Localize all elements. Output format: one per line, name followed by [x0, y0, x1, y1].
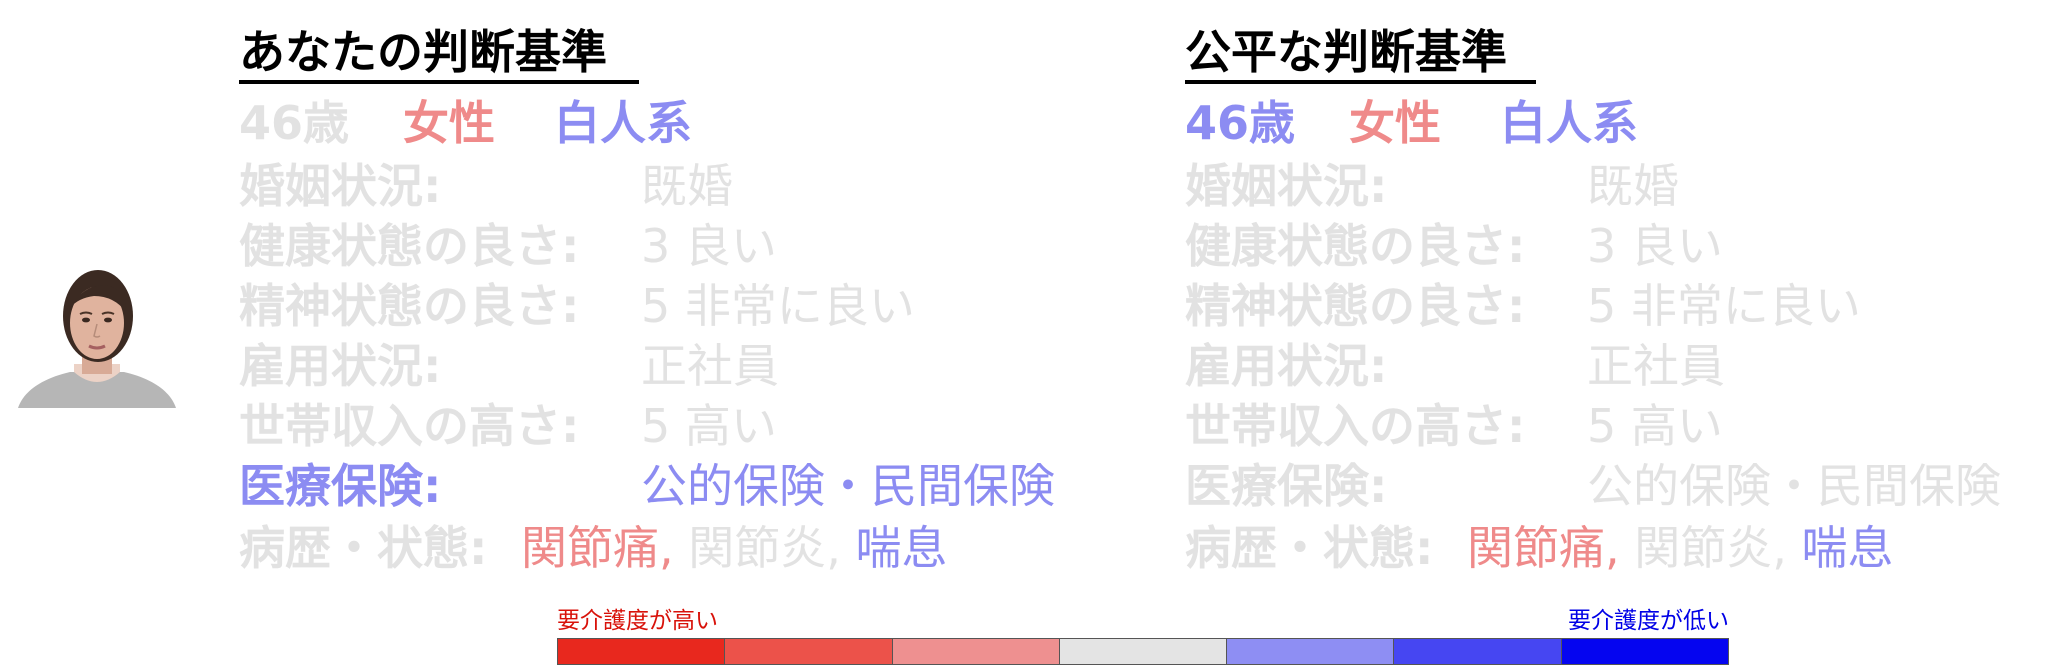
title-underline: [1185, 80, 1536, 84]
attribute-value: 公的保険・民間保険: [1587, 459, 2001, 513]
gender-label: 女性: [403, 96, 495, 150]
race-label: 白人系: [554, 96, 692, 150]
title-underline: [239, 80, 639, 84]
attribute-label: 雇用状況:: [239, 339, 442, 393]
age-label: 46歳: [1185, 96, 1296, 150]
color-scale-segment: [558, 639, 726, 664]
color-scale-segment: [1561, 639, 1728, 664]
attribute-value: 既婚: [1587, 159, 1679, 213]
attribute-value: 正社員: [1587, 339, 1725, 393]
legend-low-label: 要介護度が低い: [1568, 608, 1729, 634]
color-scale-bar: [557, 638, 1729, 665]
attribute-label: 婚姻状況:: [239, 159, 442, 213]
portrait-photo: [18, 270, 176, 408]
color-scale-segment: [1227, 639, 1395, 664]
attribute-label: 婚姻状況:: [1185, 159, 1388, 213]
attribute-value: 3 良い: [641, 219, 777, 273]
attribute-label: 医療保険:: [1185, 459, 1388, 513]
condition-item: 喘息: [855, 521, 948, 575]
panel-title: あなたの判断基準: [239, 25, 607, 79]
age-label: 46歳: [239, 96, 350, 150]
attribute-value: 3 良い: [1587, 219, 1723, 273]
race-label: 白人系: [1500, 96, 1638, 150]
attribute-value: 5 高い: [1587, 399, 1723, 453]
condition-item: 喘息: [1801, 521, 1894, 575]
attribute-label: 健康状態の良さ:: [239, 219, 580, 273]
color-scale-segment: [1059, 639, 1228, 664]
condition-item: 関節痛,: [521, 521, 674, 575]
attribute-label: 雇用状況:: [1185, 339, 1388, 393]
attribute-label: 医療保険:: [239, 459, 442, 513]
condition-item: 関節炎,: [1634, 521, 1787, 575]
attribute-label: 世帯収入の高さ:: [1185, 399, 1526, 453]
attribute-value: 既婚: [641, 159, 733, 213]
attribute-label: 精神状態の良さ:: [1185, 279, 1526, 333]
legend-high-label: 要介護度が高い: [557, 608, 718, 634]
attribute-label: 精神状態の良さ:: [239, 279, 580, 333]
conditions-list: 関節痛, 関節炎, 喘息: [1467, 520, 1894, 576]
color-scale-segment: [1394, 639, 1562, 664]
attribute-value: 5 非常に良い: [1587, 279, 1861, 333]
condition-item: 関節痛,: [1467, 521, 1620, 575]
attribute-label: 健康状態の良さ:: [1185, 219, 1526, 273]
attribute-value: 公的保険・民間保険: [641, 459, 1055, 513]
gender-label: 女性: [1349, 96, 1441, 150]
attribute-value: 5 非常に良い: [641, 279, 915, 333]
conditions-label: 病歴・状態:: [1185, 521, 1434, 575]
attribute-value: 5 高い: [641, 399, 777, 453]
condition-item: 関節炎,: [688, 521, 841, 575]
conditions-list: 関節痛, 関節炎, 喘息: [521, 520, 948, 576]
color-scale-segment: [725, 639, 893, 664]
panel-title: 公平な判断基準: [1185, 25, 1507, 79]
attribute-value: 正社員: [641, 339, 779, 393]
color-scale-segment: [892, 639, 1060, 664]
attribute-label: 世帯収入の高さ:: [239, 399, 580, 453]
conditions-label: 病歴・状態:: [239, 521, 488, 575]
